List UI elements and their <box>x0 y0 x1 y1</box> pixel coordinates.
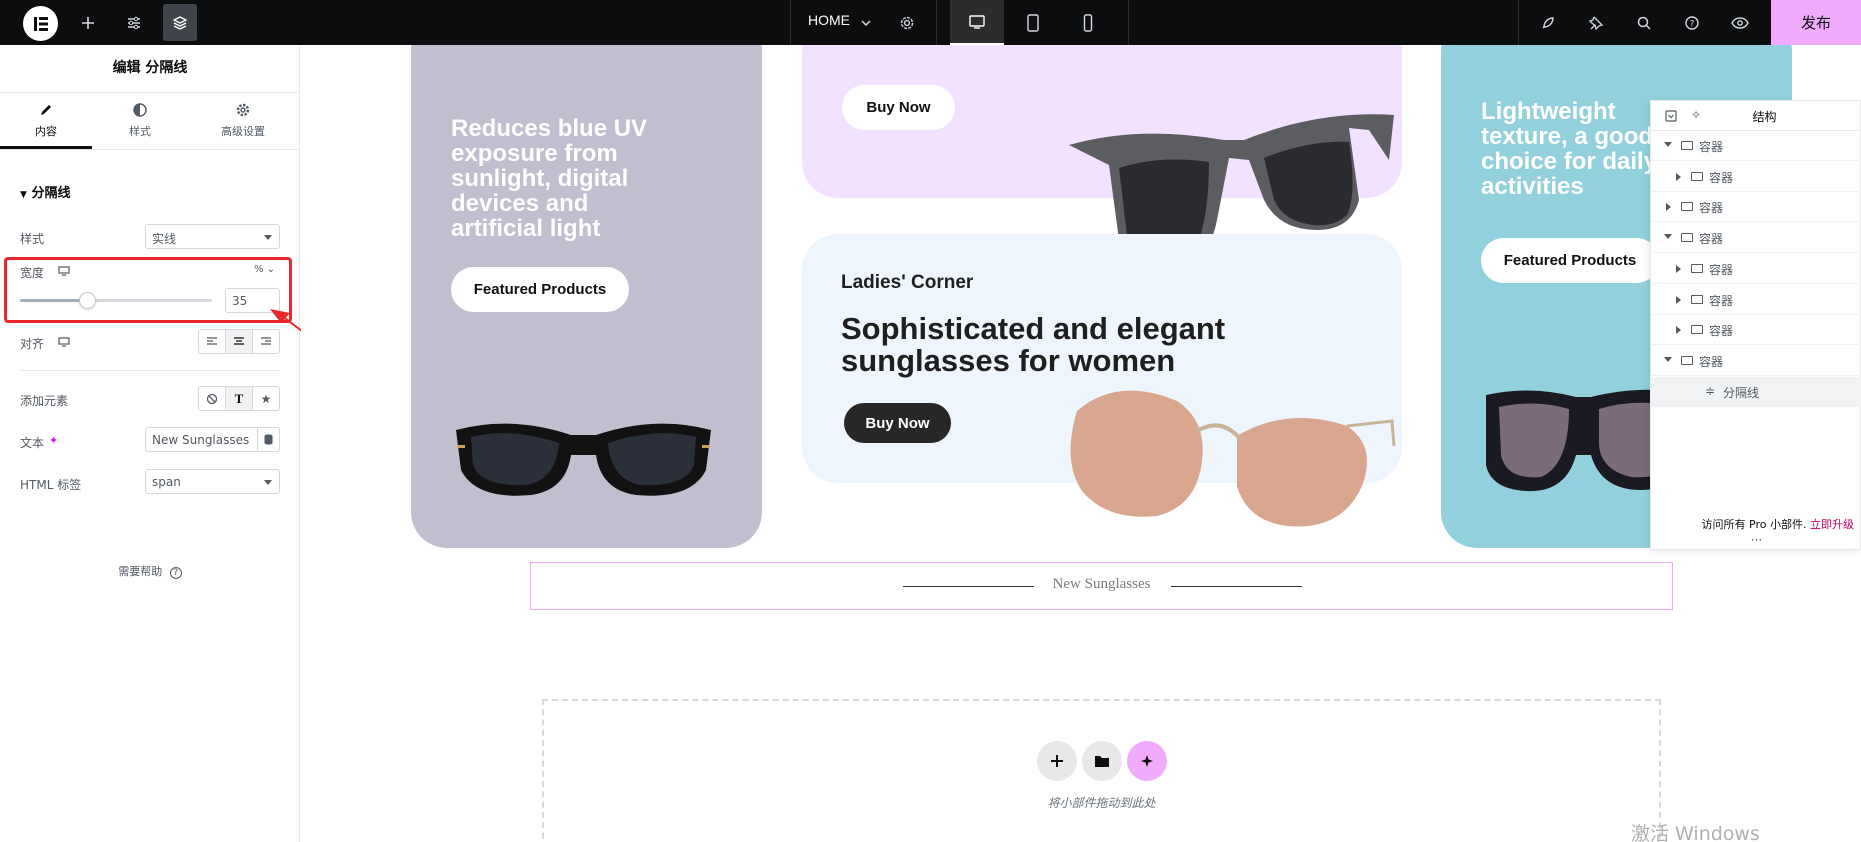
container-icon <box>1691 263 1703 273</box>
container-icon <box>1691 171 1703 181</box>
navigator-item-label: 容器 <box>1699 232 1724 247</box>
caret-down-icon[interactable] <box>1664 356 1672 362</box>
navigator-item-label: 容器 <box>1709 324 1734 339</box>
preview-canvas: Reduces blue UV exposure from sunlight, … <box>301 45 1861 842</box>
navigator-item-label: 容器 <box>1709 262 1734 277</box>
container-icon <box>1691 294 1703 304</box>
drop-zone-hint: 将小部件拖动到此处 <box>1047 796 1156 810</box>
navigator-item[interactable]: ≑ 分隔线 <box>1651 376 1861 407</box>
buy-now-button[interactable]: Buy Now <box>842 85 955 130</box>
featured-products-button[interactable]: Featured Products <box>451 267 629 312</box>
navigator-item[interactable]: 容器 <box>1651 192 1861 223</box>
container-icon <box>1681 355 1693 365</box>
container-icon <box>1681 202 1693 212</box>
container-icon <box>1681 233 1693 243</box>
upgrade-link[interactable]: 立即升级 <box>1810 518 1854 531</box>
navigator-header: ✧ 结构 <box>1651 101 1861 131</box>
container-icon <box>1681 141 1693 150</box>
navigator-footer: 访问所有 Pro 小部件. 立即升级 <box>1651 516 1861 532</box>
ladies-corner-heading: Sophisticated and elegant sunglasses for… <box>841 311 1226 378</box>
navigator-item-label: 容器 <box>1699 354 1724 369</box>
pro-promo-text: 访问所有 Pro 小部件. <box>1701 518 1807 531</box>
windows-activation-watermark: 激活 Windows <box>1631 823 1760 842</box>
ladies-corner-subtitle: Ladies' Corner <box>841 272 974 293</box>
navigator-item[interactable]: 容器 <box>1651 254 1861 284</box>
caret-right-icon[interactable] <box>1676 295 1681 304</box>
navigator-item[interactable]: 容器 <box>1651 315 1861 346</box>
navigator-item[interactable]: 容器 <box>1651 223 1861 254</box>
navigator-item-label: 容器 <box>1709 293 1734 308</box>
divider-widget[interactable]: New Sunglasses <box>530 562 1673 610</box>
divider-line-right <box>1171 586 1302 587</box>
drop-zone[interactable]: 将小部件拖动到此处 <box>542 699 1661 842</box>
navigator-item[interactable]: 容器 <box>1651 131 1861 161</box>
container-icon <box>1691 325 1703 335</box>
caret-down-icon[interactable] <box>1664 142 1672 147</box>
resize-handle-icon[interactable]: ··· <box>1651 533 1861 547</box>
featured-products-button[interactable]: Featured Products <box>1481 238 1659 283</box>
navigator-title: 结构 <box>1752 110 1777 124</box>
caret-right-icon[interactable] <box>1676 172 1681 181</box>
caret-right-icon[interactable] <box>1676 326 1681 335</box>
navigator-item[interactable]: 容器 <box>1651 285 1861 315</box>
navigator-item[interactable]: 容器 <box>1651 346 1861 376</box>
navigator-item-label: 分隔线 <box>1723 385 1760 400</box>
sunglasses-black-image <box>456 423 711 496</box>
template-library-folder-icon[interactable] <box>1082 741 1122 781</box>
ai-sparkle-icon[interactable] <box>1127 741 1167 781</box>
caret-down-icon[interactable] <box>1664 234 1672 240</box>
navigator-item[interactable]: 容器 <box>1651 162 1861 192</box>
caret-right-icon[interactable] <box>1676 264 1681 273</box>
promo-card-blue-uv: Reduces blue UV exposure from sunlight, … <box>411 45 762 548</box>
sunglasses-rose-gold-image <box>1070 390 1396 527</box>
divider-icon: ≑ <box>1705 383 1716 398</box>
navigator-item-label: 容器 <box>1709 170 1734 185</box>
structure-navigator: ✧ 结构 容器 容器 容器 容器 容器 容器 容器 容器 ≑ 分隔线 访问所有 Pro 小部件. … <box>1650 100 1861 550</box>
navigator-item-label: 容器 <box>1699 201 1724 216</box>
add-section-icon[interactable] <box>1037 741 1077 781</box>
divider-text: New Sunglasses <box>1052 576 1151 592</box>
card-headline: Reduces blue UV exposure from sunlight, … <box>451 115 648 242</box>
navigator-item-label: 容器 <box>1699 140 1724 154</box>
buy-now-dark-button[interactable]: Buy Now <box>844 403 951 443</box>
caret-right-icon[interactable] <box>1666 203 1671 212</box>
